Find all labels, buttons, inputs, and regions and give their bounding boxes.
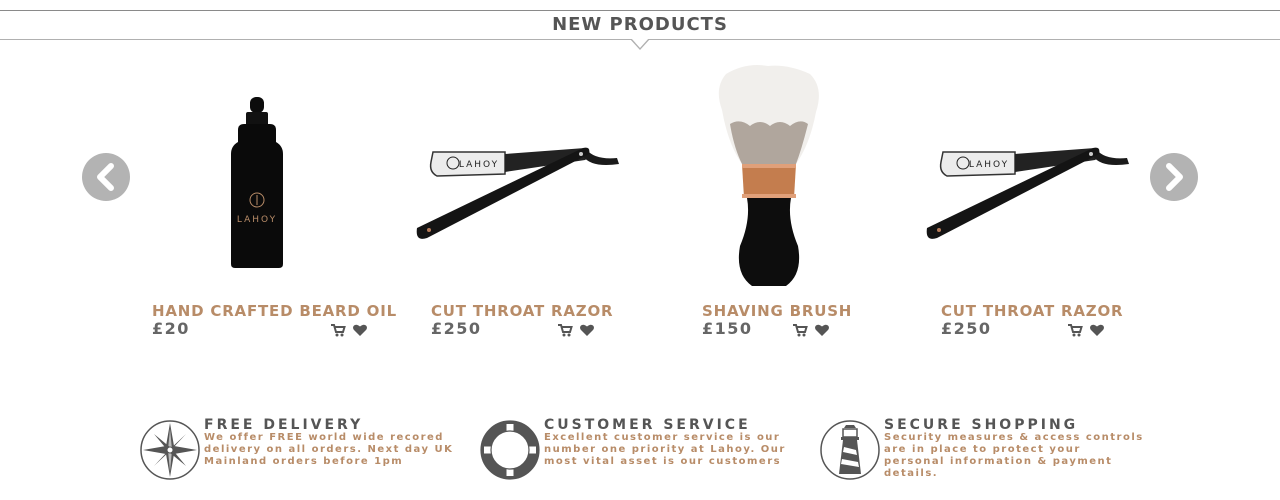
lighthouse-icon [820, 420, 880, 480]
shaving-brush-image[interactable] [650, 60, 890, 295]
product-name[interactable]: SHAVING BRUSH [702, 302, 852, 320]
section-title-caret [630, 38, 650, 50]
product-price: £150 [702, 319, 753, 338]
feature-text: Excellent customer service is our number… [544, 432, 786, 467]
heart-icon[interactable] [1089, 322, 1105, 336]
product-name[interactable]: CUT THROAT RAZOR [431, 302, 613, 320]
heart-icon[interactable] [814, 322, 830, 336]
product-price: £250 [941, 319, 992, 338]
cart-icon[interactable] [557, 322, 573, 337]
svg-text:LAHOY: LAHOY [459, 160, 499, 170]
header-top-rule [0, 10, 1280, 11]
carousel-next-button[interactable] [1150, 153, 1198, 201]
svg-text:LAHOY: LAHOY [237, 215, 277, 225]
feature-title: FREE DELIVERY [204, 417, 364, 433]
straight-razor-image[interactable]: LAHOY [405, 60, 645, 295]
cart-icon[interactable] [1067, 322, 1083, 337]
cart-icon[interactable] [792, 322, 808, 337]
product-actions [786, 322, 830, 341]
product-actions [551, 322, 595, 341]
feature-text: Security measures & access controls are … [884, 432, 1144, 479]
product-name[interactable]: HAND CRAFTED BEARD OIL [152, 302, 397, 320]
chevron-right-icon [1166, 163, 1183, 191]
heart-icon[interactable] [352, 322, 368, 336]
feature-text: We offer FREE world wide recored deliver… [204, 432, 454, 467]
product-name[interactable]: CUT THROAT RAZOR [941, 302, 1123, 320]
straight-razor-image[interactable]: LAHOY [915, 60, 1155, 295]
feature-title: CUSTOMER SERVICE [544, 417, 751, 433]
feature-title: SECURE SHOPPING [884, 417, 1079, 433]
heart-icon[interactable] [579, 322, 595, 336]
lifebuoy-icon [480, 420, 540, 480]
carousel-prev-button[interactable] [82, 153, 130, 201]
beard-oil-image[interactable]: LAHOY [142, 60, 382, 295]
svg-text:LAHOY: LAHOY [969, 160, 1009, 170]
product-actions [1061, 322, 1105, 341]
compass-rose-icon [140, 420, 200, 480]
chevron-left-icon [97, 163, 114, 191]
section-title: NEW PRODUCTS [552, 14, 728, 35]
product-actions [324, 322, 368, 341]
product-price: £250 [431, 319, 482, 338]
product-price: £20 [152, 319, 190, 338]
cart-icon[interactable] [330, 322, 346, 337]
